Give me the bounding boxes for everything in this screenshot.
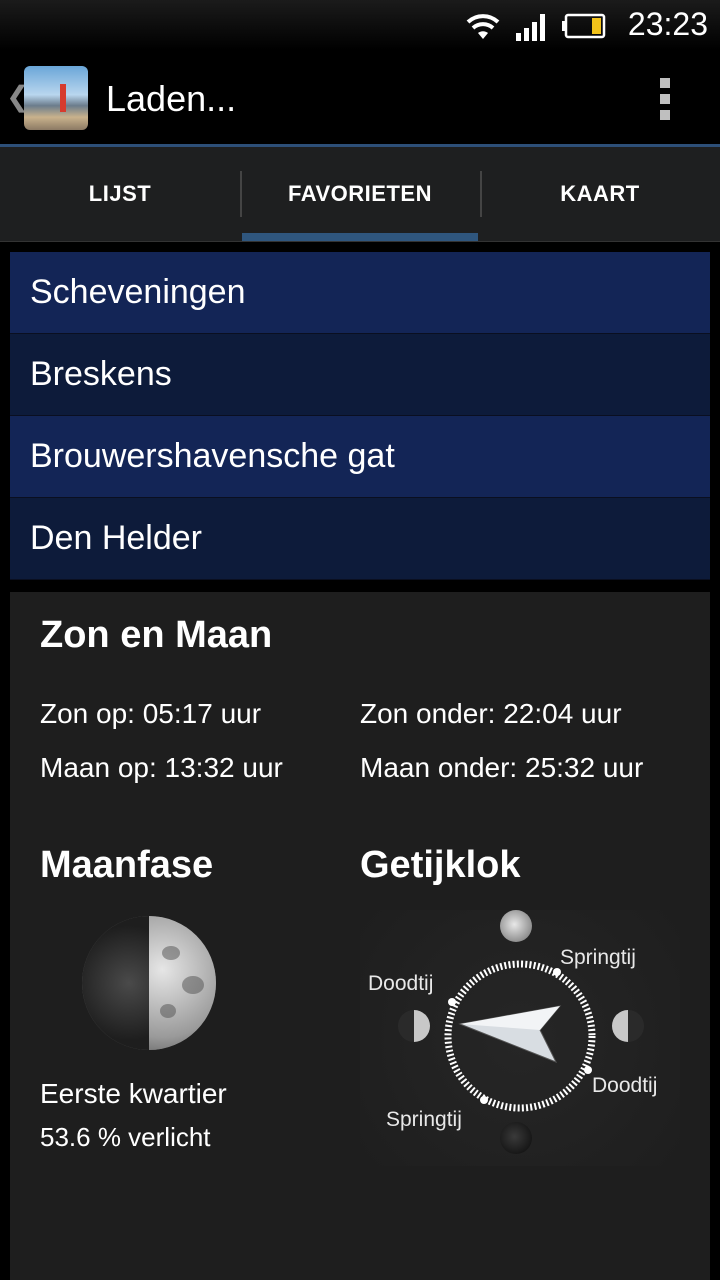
tab-favorieten[interactable]: FAVORIETEN	[240, 147, 480, 241]
signal-icon	[516, 14, 545, 41]
moonrise-text: Maan op: 13:32 uur	[40, 752, 283, 783]
favorites-list: Scheveningen Breskens Brouwershavensche …	[10, 252, 710, 580]
action-bar: ❮ Laden...	[0, 50, 720, 147]
clock-time: 23:23	[627, 6, 708, 42]
list-item-brouwershavensche-gat[interactable]: Brouwershavensche gat	[10, 416, 710, 498]
battery-icon	[562, 13, 606, 39]
overflow-menu-icon[interactable]	[658, 78, 672, 120]
moonset-text: Maan onder: 25:32 uur	[360, 752, 644, 783]
moon-phase-icon	[82, 916, 216, 1050]
lighthouse-image-detail	[60, 84, 66, 112]
label-springtij-bottom: Springtij	[386, 1108, 462, 1131]
list-item-scheveningen[interactable]: Scheveningen	[10, 252, 710, 334]
label-springtij-top: Springtij	[560, 946, 636, 969]
tide-clock: Springtij Doodtij Doodtij Springtij	[360, 910, 680, 1166]
label-doodtij-right: Doodtij	[592, 1074, 658, 1097]
label-doodtij-left: Doodtij	[368, 972, 434, 995]
tab-bar: LIJST FAVORIETEN KAART	[0, 147, 720, 242]
sun-moon-panel: Zon en Maan Zon op: 05:17 uur Zon onder:…	[10, 592, 710, 1280]
status-bar: 23:23	[0, 0, 720, 50]
moon-illumination: 53.6 % verlicht	[40, 1122, 211, 1152]
moon-phase-name: Eerste kwartier	[40, 1078, 227, 1109]
app-thumbnail[interactable]	[24, 66, 88, 130]
sunrise-text: Zon op: 05:17 uur	[40, 698, 262, 729]
action-bar-title: Laden...	[106, 78, 237, 119]
section-title-maanfase: Maanfase	[40, 844, 214, 886]
section-title-getijklok: Getijklok	[360, 844, 521, 886]
tab-lijst[interactable]: LIJST	[0, 147, 240, 241]
full-moon-icon	[500, 910, 532, 942]
list-item-breskens[interactable]: Breskens	[10, 334, 710, 416]
first-quarter-moon-icon	[398, 1010, 430, 1042]
last-quarter-moon-icon	[612, 1010, 644, 1042]
status-icons	[464, 10, 608, 42]
sunset-text: Zon onder: 22:04 uur	[360, 698, 622, 729]
new-moon-icon	[500, 1122, 532, 1154]
section-title-zon-en-maan: Zon en Maan	[40, 614, 273, 656]
wifi-icon	[466, 14, 500, 39]
tab-kaart[interactable]: KAART	[480, 147, 720, 241]
list-item-den-helder[interactable]: Den Helder	[10, 498, 710, 580]
